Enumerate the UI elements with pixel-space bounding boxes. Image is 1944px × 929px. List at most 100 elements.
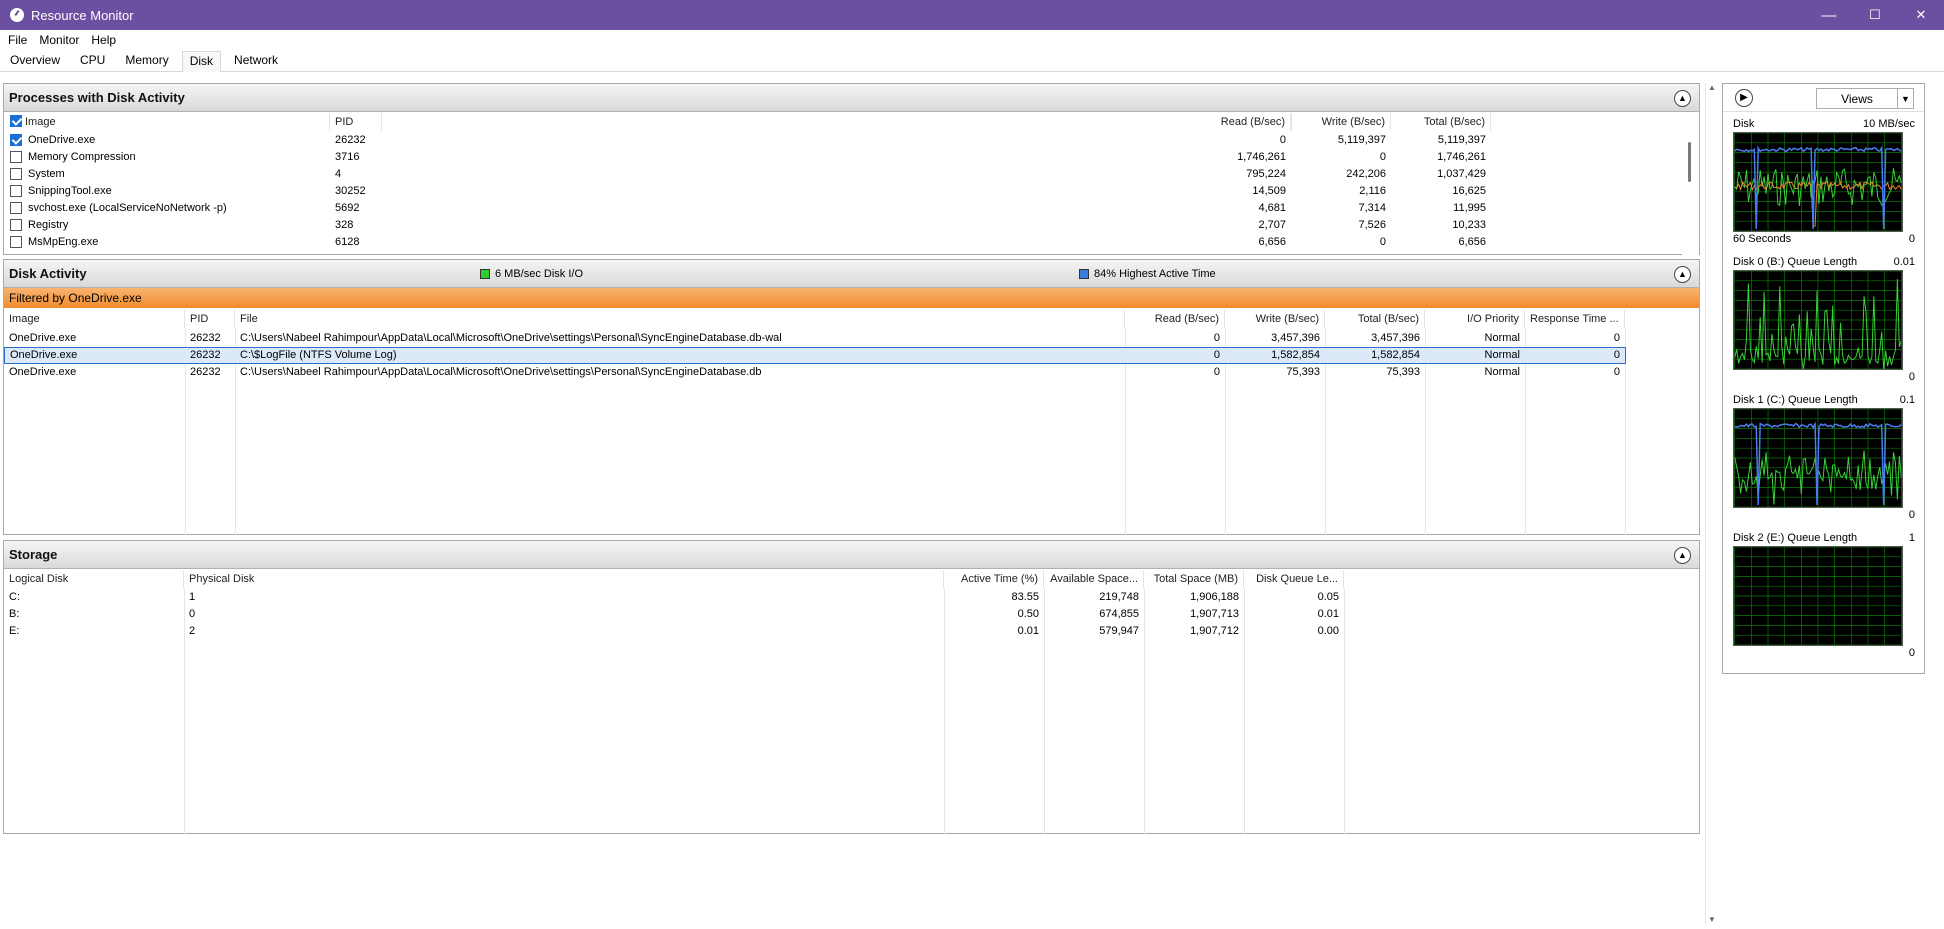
disk-activity-list: OneDrive.exe 26232 C:\Users\Nabeel Rahim… — [4, 330, 1684, 390]
table-row[interactable]: E: 2 0.01 579,947 1,907,712 0.00 — [4, 623, 1684, 640]
scroll-up-icon[interactable]: ▲ — [1708, 83, 1716, 92]
process-checkbox[interactable] — [10, 134, 22, 146]
disk-activity-header[interactable]: Disk Activity 6 MB/sec Disk I/O 84% High… — [4, 260, 1699, 288]
scroll-thumb[interactable] — [1688, 142, 1691, 182]
tab-overview[interactable]: Overview — [3, 50, 67, 71]
col-available-space[interactable]: Available Space... — [1044, 570, 1144, 588]
storage-header[interactable]: Storage ▲ — [4, 541, 1699, 569]
processes-scrollbar[interactable] — [1682, 132, 1699, 255]
table-row[interactable]: OneDrive.exe 26232 C:\Users\Nabeel Rahim… — [4, 364, 1684, 381]
graph-max: 1 — [1908, 532, 1915, 544]
row-image: OneDrive.exe — [10, 349, 78, 361]
storage-panel: Storage ▲ Logical Disk Physical Disk Act… — [3, 540, 1700, 834]
col-response-time[interactable]: Response Time ... — [1525, 310, 1625, 328]
active-time-label: 84% Highest Active Time — [1094, 268, 1216, 280]
row-read: 0 — [1213, 366, 1220, 378]
table-row[interactable]: Memory Compression 3716 1,746,261 0 1,74… — [4, 149, 1684, 166]
tab-network[interactable]: Network — [227, 50, 285, 71]
table-row[interactable]: Registry 328 2,707 7,526 10,233 — [4, 217, 1684, 234]
graph-max: 0.1 — [1899, 394, 1915, 406]
tab-cpu[interactable]: CPU — [73, 50, 112, 71]
table-row-selected[interactable]: OneDrive.exe 26232 C:\$LogFile (NTFS Vol… — [4, 347, 1626, 364]
process-pid: 30252 — [335, 185, 366, 197]
process-checkbox[interactable] — [10, 219, 22, 231]
process-checkbox[interactable] — [10, 236, 22, 248]
disk-io-swatch — [480, 269, 490, 279]
disk-io-legend: 6 MB/sec Disk I/O — [480, 268, 583, 280]
tab-memory[interactable]: Memory — [118, 50, 175, 71]
col-write[interactable]: Write (B/sec) — [1225, 310, 1325, 328]
disk2-graph-block: Disk 2 (E:) Queue Length 1 0 — [1733, 530, 1915, 660]
table-row[interactable]: OneDrive.exe 26232 0 5,119,397 5,119,397 — [4, 132, 1684, 149]
select-all-checkbox[interactable] — [10, 115, 22, 127]
process-image: System — [28, 168, 65, 180]
row-file: C:\Users\Nabeel Rahimpour\AppData\Local\… — [240, 332, 782, 344]
process-checkbox[interactable] — [10, 185, 22, 197]
close-button[interactable]: ✕ — [1898, 0, 1944, 30]
views-dropdown[interactable]: Views ▼ — [1816, 88, 1914, 109]
graph-footer-right: 0 — [1908, 371, 1915, 383]
process-checkbox[interactable] — [10, 151, 22, 163]
col-write[interactable]: Write (B/sec) — [1291, 113, 1391, 131]
table-row[interactable]: MsMpEng.exe 6128 6,656 0 6,656 — [4, 234, 1684, 251]
col-total-space[interactable]: Total Space (MB) — [1144, 570, 1244, 588]
row-pid: 26232 — [190, 332, 221, 344]
active-time-swatch — [1079, 269, 1089, 279]
processes-header[interactable]: Processes with Disk Activity ▲ — [4, 84, 1699, 112]
process-checkbox[interactable] — [10, 168, 22, 180]
row-logical: C: — [9, 591, 20, 603]
col-pid[interactable]: PID — [330, 113, 382, 131]
col-io-priority[interactable]: I/O Priority — [1425, 310, 1525, 328]
row-total: 1,582,854 — [1371, 349, 1420, 361]
chevron-right-icon[interactable]: ▶ — [1735, 88, 1753, 107]
collapse-icon[interactable]: ▲ — [1674, 266, 1691, 283]
collapse-icon[interactable]: ▲ — [1674, 547, 1691, 564]
col-logical-disk[interactable]: Logical Disk — [4, 570, 184, 588]
menu-help[interactable]: Help — [85, 33, 122, 47]
minimize-button[interactable]: — — [1806, 0, 1852, 30]
col-read[interactable]: Read (B/sec) — [1125, 310, 1225, 328]
maximize-button[interactable]: ☐ — [1852, 0, 1898, 30]
col-pid[interactable]: PID — [185, 310, 235, 328]
col-active-time[interactable]: Active Time (%) — [944, 570, 1044, 588]
process-total: 1,037,429 — [1437, 168, 1486, 180]
col-read[interactable]: Read (B/sec) — [1191, 113, 1291, 131]
disk0-queue-graph — [1733, 270, 1903, 370]
row-active: 83.55 — [1011, 591, 1039, 603]
process-total: 6,656 — [1458, 236, 1486, 248]
table-row[interactable]: C: 1 83.55 219,748 1,906,188 0.05 — [4, 589, 1684, 606]
col-image[interactable]: Image — [4, 113, 330, 131]
tab-disk[interactable]: Disk — [181, 51, 222, 72]
disk-graph — [1733, 132, 1903, 232]
row-pid: 26232 — [190, 349, 221, 361]
menu-monitor[interactable]: Monitor — [33, 33, 85, 47]
col-disk-queue[interactable]: Disk Queue Le... — [1244, 570, 1344, 588]
process-write: 2,116 — [1359, 185, 1386, 197]
row-write: 3,457,396 — [1271, 332, 1320, 344]
row-file: C:\Users\Nabeel Rahimpour\AppData\Local\… — [240, 366, 762, 378]
main-scrollbar[interactable]: ▲ ▼ — [1705, 83, 1717, 924]
row-write: 75,393 — [1286, 366, 1320, 378]
filter-bar[interactable]: Filtered by OneDrive.exe — [4, 288, 1699, 308]
processes-column-headers: Image PID Read (B/sec) Write (B/sec) Tot… — [4, 113, 1699, 131]
disk-graph-block: Disk 10 MB/sec 60 Seconds 0 — [1733, 116, 1915, 246]
chevron-down-icon[interactable]: ▼ — [1897, 89, 1913, 108]
col-image[interactable]: Image — [4, 310, 185, 328]
col-physical-disk[interactable]: Physical Disk — [184, 570, 944, 588]
col-file[interactable]: File — [235, 310, 1125, 328]
table-row[interactable]: OneDrive.exe 26232 C:\Users\Nabeel Rahim… — [4, 330, 1684, 347]
table-row[interactable]: svchost.exe (LocalServiceNoNetwork -p) 5… — [4, 200, 1684, 217]
process-write: 5,119,397 — [1337, 134, 1386, 146]
scroll-down-icon[interactable]: ▼ — [1708, 915, 1716, 924]
graph-max: 10 MB/sec — [1863, 118, 1915, 130]
process-checkbox[interactable] — [10, 202, 22, 214]
collapse-icon[interactable]: ▲ — [1674, 90, 1691, 107]
table-row[interactable]: B: 0 0.50 674,855 1,907,713 0.01 — [4, 606, 1684, 623]
menu-file[interactable]: File — [2, 33, 33, 47]
col-total[interactable]: Total (B/sec) — [1325, 310, 1425, 328]
table-row[interactable]: System 4 795,224 242,206 1,037,429 — [4, 166, 1684, 183]
row-active: 0.01 — [1017, 625, 1039, 637]
row-active: 0.50 — [1017, 608, 1039, 620]
col-total[interactable]: Total (B/sec) — [1391, 113, 1491, 131]
table-row[interactable]: SnippingTool.exe 30252 14,509 2,116 16,6… — [4, 183, 1684, 200]
